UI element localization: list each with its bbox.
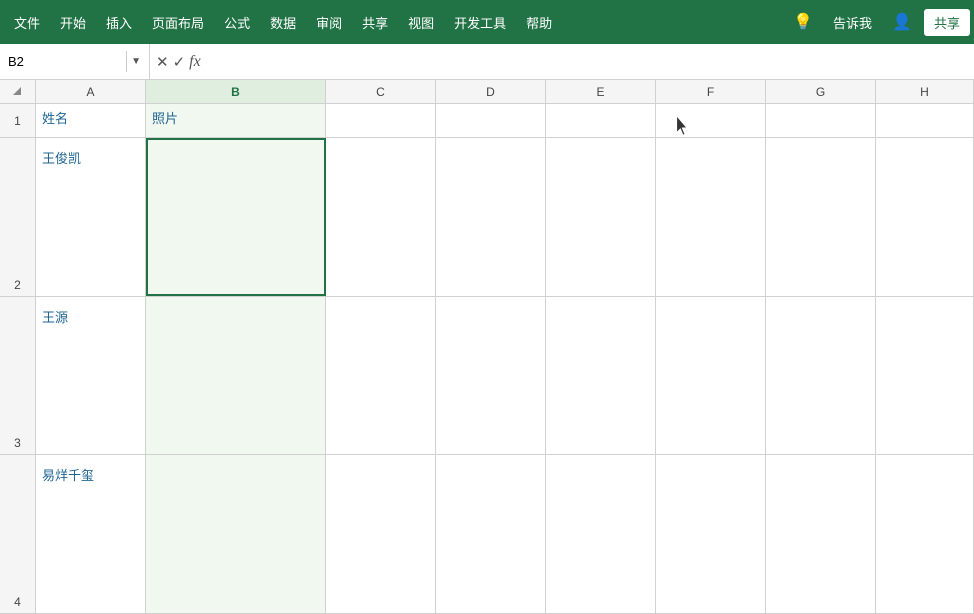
menu-file[interactable]: 文件: [4, 7, 50, 38]
menu-insert[interactable]: 插入: [96, 7, 142, 38]
menu-help[interactable]: 帮助: [516, 7, 562, 38]
col-header-a[interactable]: A: [36, 80, 146, 103]
menu-share-tab[interactable]: 共享: [352, 7, 398, 38]
cell-b3[interactable]: [146, 297, 326, 455]
cell-b4[interactable]: [146, 455, 326, 613]
cell-b2[interactable]: [146, 138, 326, 296]
cell-f2[interactable]: [656, 138, 766, 296]
select-all-icon[interactable]: [13, 87, 23, 97]
grid-body: 1 姓名 照片 2 王俊凯: [0, 104, 974, 614]
cell-a1[interactable]: 姓名: [36, 104, 146, 137]
cell-e2[interactable]: [546, 138, 656, 296]
cell-f3[interactable]: [656, 297, 766, 455]
cell-b1[interactable]: 照片: [146, 104, 326, 137]
cell-d4[interactable]: [436, 455, 546, 613]
menu-developer[interactable]: 开发工具: [444, 7, 516, 38]
menu-page-layout[interactable]: 页面布局: [142, 7, 214, 38]
cell-a4[interactable]: 易烊千玺: [36, 455, 146, 613]
user-icon: 👤: [884, 8, 920, 36]
menubar: 文件 开始 插入 页面布局 公式 数据 审阅 共享 视图 开发工具 帮助 💡 告…: [0, 0, 974, 44]
confirm-icon[interactable]: ✓: [173, 53, 186, 71]
cell-c3[interactable]: [326, 297, 436, 455]
cell-g4[interactable]: [766, 455, 876, 613]
menu-review[interactable]: 审阅: [306, 7, 352, 38]
col-header-g[interactable]: G: [766, 80, 876, 103]
cell-e3[interactable]: [546, 297, 656, 455]
cell-f4[interactable]: [656, 455, 766, 613]
menu-data[interactable]: 数据: [260, 7, 306, 38]
row-num-3: 3: [0, 297, 36, 455]
cell-a3[interactable]: 王源: [36, 297, 146, 455]
row-num-4: 4: [0, 455, 36, 613]
column-header-row: A B C D E F G H: [0, 80, 974, 104]
cell-reference-box[interactable]: B2 ▼: [0, 44, 150, 79]
cell-g2[interactable]: [766, 138, 876, 296]
cell-h2[interactable]: [876, 138, 974, 296]
cell-g3[interactable]: [766, 297, 876, 455]
cell-e4[interactable]: [546, 455, 656, 613]
cell-b1-value: 照片: [152, 111, 178, 126]
table-row: 4 易烊千玺: [0, 455, 974, 614]
spreadsheet: A B C D E F G H 1 姓名 照片: [0, 80, 974, 614]
col-header-f[interactable]: F: [656, 80, 766, 103]
cursor-icon: [676, 116, 692, 136]
cell-ref-divider: [126, 51, 127, 72]
row-num-header-corner: [0, 80, 36, 103]
cell-g1[interactable]: [766, 104, 876, 137]
col-header-h[interactable]: H: [876, 80, 974, 103]
cell-c1[interactable]: [326, 104, 436, 137]
cell-c2[interactable]: [326, 138, 436, 296]
cell-d1[interactable]: [436, 104, 546, 137]
cell-ref-dropdown-icon[interactable]: ▼: [131, 56, 141, 67]
row-num-1: 1: [0, 104, 36, 137]
tell-me-button[interactable]: 告诉我: [825, 9, 880, 36]
menu-formulas[interactable]: 公式: [214, 7, 260, 38]
cell-d2[interactable]: [436, 138, 546, 296]
menubar-right: 💡 告诉我 👤 共享: [785, 8, 970, 36]
table-row: 2 王俊凯: [0, 138, 974, 297]
col-header-c[interactable]: C: [326, 80, 436, 103]
menu-home[interactable]: 开始: [50, 7, 96, 38]
cell-c4[interactable]: [326, 455, 436, 613]
table-row: 1 姓名 照片: [0, 104, 974, 138]
cancel-icon[interactable]: ✕: [156, 53, 169, 71]
cell-h4[interactable]: [876, 455, 974, 613]
menu-view[interactable]: 视图: [398, 7, 444, 38]
cell-a2-value: 王俊凯: [42, 151, 81, 166]
row-num-2: 2: [0, 138, 36, 296]
cell-h3[interactable]: [876, 297, 974, 455]
cell-d3[interactable]: [436, 297, 546, 455]
formula-bar: B2 ▼ ✕ ✓ fx: [0, 44, 974, 80]
share-button[interactable]: 共享: [924, 9, 970, 36]
cell-a4-value: 易烊千玺: [42, 468, 94, 483]
table-row: 3 王源: [0, 297, 974, 456]
formula-controls: ✕ ✓ fx: [150, 44, 207, 79]
cell-f1[interactable]: [656, 104, 766, 137]
col-header-d[interactable]: D: [436, 80, 546, 103]
cell-h1[interactable]: [876, 104, 974, 137]
cell-e1[interactable]: [546, 104, 656, 137]
lightbulb-icon: 💡: [785, 8, 821, 36]
col-header-b[interactable]: B: [146, 80, 326, 103]
formula-input[interactable]: [207, 44, 974, 79]
cell-a2[interactable]: 王俊凯: [36, 138, 146, 296]
cell-a3-value: 王源: [42, 310, 68, 325]
fx-icon[interactable]: fx: [189, 53, 201, 71]
col-header-e[interactable]: E: [546, 80, 656, 103]
cell-a1-value: 姓名: [42, 111, 68, 126]
cell-ref-value: B2: [8, 54, 122, 69]
